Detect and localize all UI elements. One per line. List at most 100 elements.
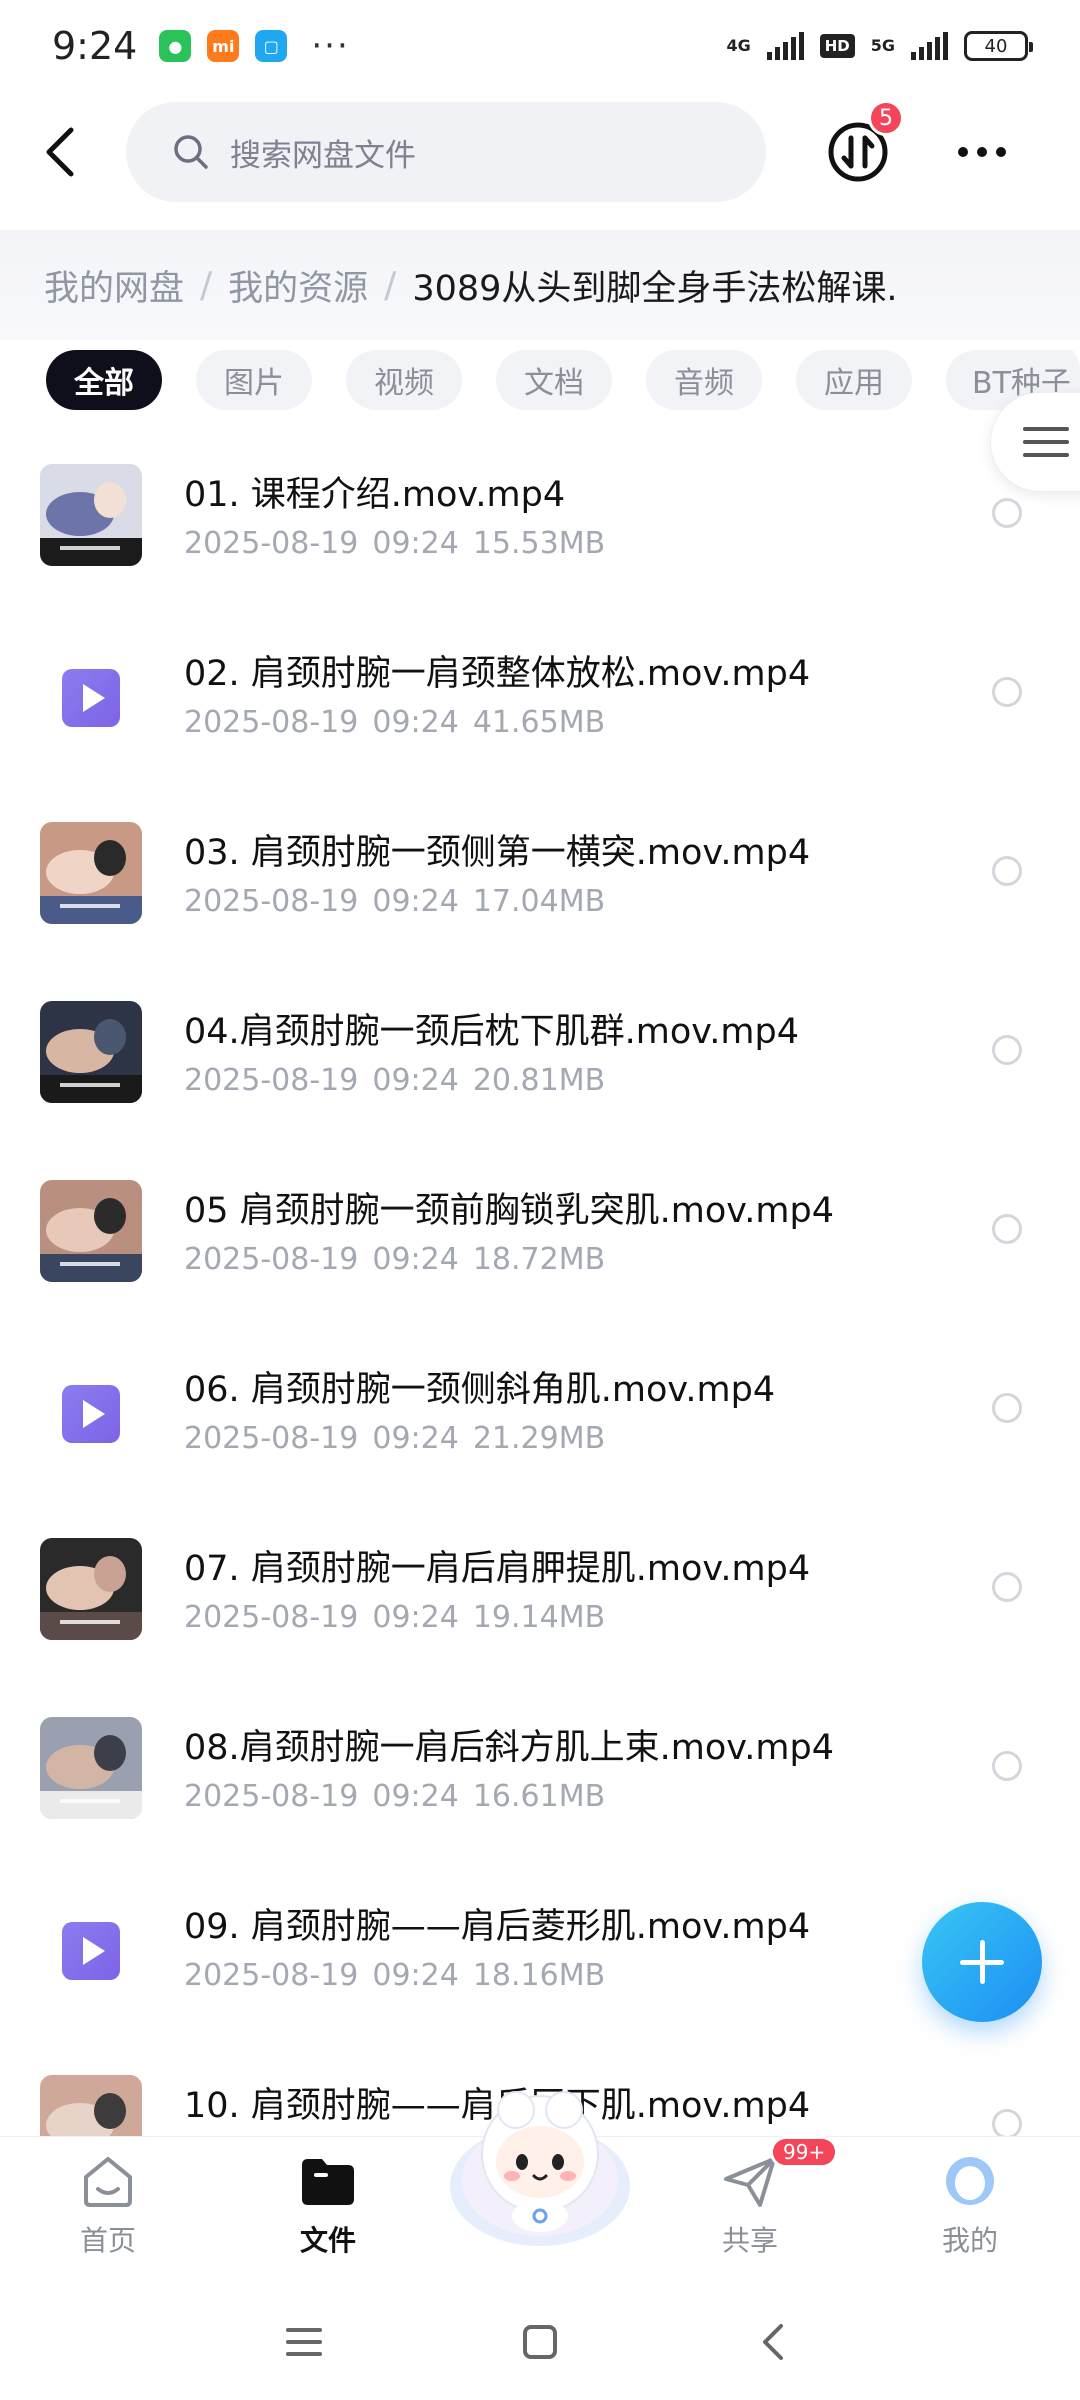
status-bar: 9:24 ● mi ▢ ··· 4G HD 5G 40: [0, 0, 1080, 92]
recent-apps-button[interactable]: [274, 2312, 334, 2372]
select-checkbox[interactable]: [992, 498, 1022, 528]
file-row[interactable]: 01. 课程介绍.mov.mp4 2025-08-19 09:24 15.53MB: [0, 440, 1080, 619]
mascot-button[interactable]: [446, 2076, 634, 2254]
tab-images[interactable]: 图片: [196, 350, 312, 410]
nav-share[interactable]: 共享: [680, 2153, 820, 2259]
select-checkbox[interactable]: [992, 677, 1022, 707]
add-button[interactable]: [922, 1902, 1042, 2022]
system-back-button[interactable]: [744, 2312, 804, 2372]
search-input[interactable]: 搜索网盘文件: [126, 102, 766, 202]
video-thumbnail: [40, 1538, 142, 1640]
file-meta: 2025-08-19 09:24 19.14MB: [184, 1600, 605, 1635]
mi-icon: mi: [207, 30, 240, 62]
file-date: 2025-08-19: [184, 705, 359, 740]
file-meta: 2025-08-19 09:24 18.72MB: [184, 1242, 605, 1277]
search-placeholder: 搜索网盘文件: [230, 137, 416, 174]
file-row[interactable]: 09. 肩颈肘腕——肩后菱形肌.mov.mp4 2025-08-19 09:24 18…: [0, 1872, 1080, 2051]
square-icon: [523, 2325, 557, 2359]
app-icon: ▢: [255, 30, 288, 62]
nav-home[interactable]: 首页: [38, 2153, 178, 2259]
file-date: 2025-08-19: [184, 1779, 359, 1814]
battery-icon: 40: [964, 31, 1033, 61]
file-name: 03. 肩颈肘腕一颈侧第一横突.mov.mp4: [184, 833, 811, 873]
folder-icon: [302, 2159, 354, 2205]
tab-videos[interactable]: 视频: [346, 350, 462, 410]
nav-me-label: 我的: [941, 2224, 998, 2257]
file-meta: 2025-08-19 09:24 16.61MB: [184, 1779, 605, 1814]
file-date: 2025-08-19: [184, 884, 359, 919]
file-time: 09:24: [372, 1779, 459, 1814]
select-checkbox[interactable]: [992, 2109, 1022, 2136]
file-meta: 2025-08-19 09:24 41.65MB: [184, 705, 605, 740]
file-row[interactable]: 07. 肩颈肘腕一肩后肩胛提肌.mov.mp4 2025-08-19 09:24 19…: [0, 1514, 1080, 1693]
file-meta: 2025-08-19 09:24 15.53MB: [184, 526, 605, 561]
more-options-button[interactable]: [950, 120, 1014, 184]
home-icon: [84, 2157, 132, 2207]
select-checkbox[interactable]: [992, 1035, 1022, 1065]
file-time: 09:24: [372, 1600, 459, 1635]
select-checkbox[interactable]: [992, 856, 1022, 886]
filter-tabs: 全部 图片 视频 文档 音频 应用 BT种子: [0, 340, 1080, 420]
nav-me[interactable]: 我的: [900, 2153, 1040, 2259]
network-4g-label: 4G: [726, 36, 751, 55]
video-thumbnail: [40, 1001, 142, 1103]
status-right: 4G HD 5G 40: [726, 31, 1033, 61]
breadcrumb-bar: 我的网盘 / 我的资源 / 3089从头到脚全身手法松解课.: [0, 230, 1080, 340]
file-time: 09:24: [372, 526, 459, 561]
search-icon: [174, 135, 208, 169]
file-list: 01. 课程介绍.mov.mp4 2025-08-19 09:24 15.53MB 02…: [0, 440, 1080, 2136]
video-file-icon: [62, 1385, 120, 1443]
breadcrumb-item-my-resources[interactable]: 我的资源: [228, 260, 368, 311]
nav-files-label: 文件: [299, 2224, 356, 2257]
status-more-icon: ···: [311, 26, 350, 66]
tab-all[interactable]: 全部: [46, 350, 162, 410]
select-checkbox[interactable]: [992, 1214, 1022, 1244]
hd-badge: HD: [819, 34, 855, 58]
file-row[interactable]: 02. 肩颈肘腕一肩颈整体放松.mov.mp4 2025-08-19 09:24 41…: [0, 619, 1080, 798]
file-size: 41.65MB: [472, 705, 606, 740]
status-app-icons: ● mi ▢: [159, 30, 288, 62]
file-time: 09:24: [372, 1063, 459, 1098]
select-checkbox[interactable]: [992, 1393, 1022, 1423]
home-system-button[interactable]: [510, 2312, 570, 2372]
send-icon: [724, 2157, 776, 2207]
share-badge: 99+: [770, 2136, 839, 2168]
breadcrumb-item-my-drive[interactable]: 我的网盘: [44, 260, 184, 311]
back-triangle-icon: [763, 2324, 783, 2360]
nav-files[interactable]: 文件: [258, 2153, 398, 2259]
file-meta: 2025-08-19 09:24 17.04MB: [184, 884, 605, 919]
tab-apps[interactable]: 应用: [796, 350, 912, 410]
file-date: 2025-08-19: [184, 1421, 359, 1456]
signal-icon: [766, 32, 804, 60]
video-thumbnail: [40, 1717, 142, 1819]
file-meta: 2025-08-19 09:24 21.29MB: [184, 1421, 605, 1456]
file-row[interactable]: 08.肩颈肘腕一肩后斜方肌上束.mov.mp4 2025-08-19 09:24 16…: [0, 1693, 1080, 1872]
file-name: 01. 课程介绍.mov.mp4: [184, 475, 566, 515]
file-row[interactable]: 05 肩颈肘腕一颈前胸锁乳突肌.mov.mp4 2025-08-19 09:24 18…: [0, 1156, 1080, 1335]
tab-documents[interactable]: 文档: [496, 350, 612, 410]
file-row[interactable]: 03. 肩颈肘腕一颈侧第一横突.mov.mp4 2025-08-19 09:24 17…: [0, 798, 1080, 977]
file-row[interactable]: 04.肩颈肘腕一颈后枕下肌群.mov.mp4 2025-08-19 09:24 20.…: [0, 977, 1080, 1156]
select-checkbox[interactable]: [992, 1572, 1022, 1602]
tab-audio[interactable]: 音频: [646, 350, 762, 410]
select-checkbox[interactable]: [992, 1751, 1022, 1781]
file-time: 09:24: [372, 884, 459, 919]
video-thumbnail: [40, 822, 142, 924]
breadcrumb-item-current: 3089从头到脚全身手法松解课.: [412, 269, 898, 309]
back-button[interactable]: [30, 122, 90, 182]
wechat-icon: ●: [159, 30, 192, 62]
video-file-icon: [62, 1922, 120, 1980]
file-date: 2025-08-19: [184, 1242, 359, 1277]
file-date: 2025-08-19: [184, 526, 359, 561]
file-name: 08.肩颈肘腕一肩后斜方肌上束.mov.mp4: [184, 1728, 834, 1768]
file-size: 16.61MB: [472, 1779, 606, 1814]
menu-icon: [286, 2328, 322, 2356]
file-size: 18.72MB: [472, 1242, 606, 1277]
file-size: 17.04MB: [472, 884, 606, 919]
file-name: 06. 肩颈肘腕一颈侧斜角肌.mov.mp4: [184, 1370, 776, 1410]
file-date: 2025-08-19: [184, 1063, 359, 1098]
chevron-left-icon: [46, 127, 74, 177]
file-meta: 2025-08-19 09:24 20.81MB: [184, 1063, 605, 1098]
file-row[interactable]: 06. 肩颈肘腕一颈侧斜角肌.mov.mp4 2025-08-19 09:24 21.…: [0, 1335, 1080, 1514]
file-time: 09:24: [372, 705, 459, 740]
